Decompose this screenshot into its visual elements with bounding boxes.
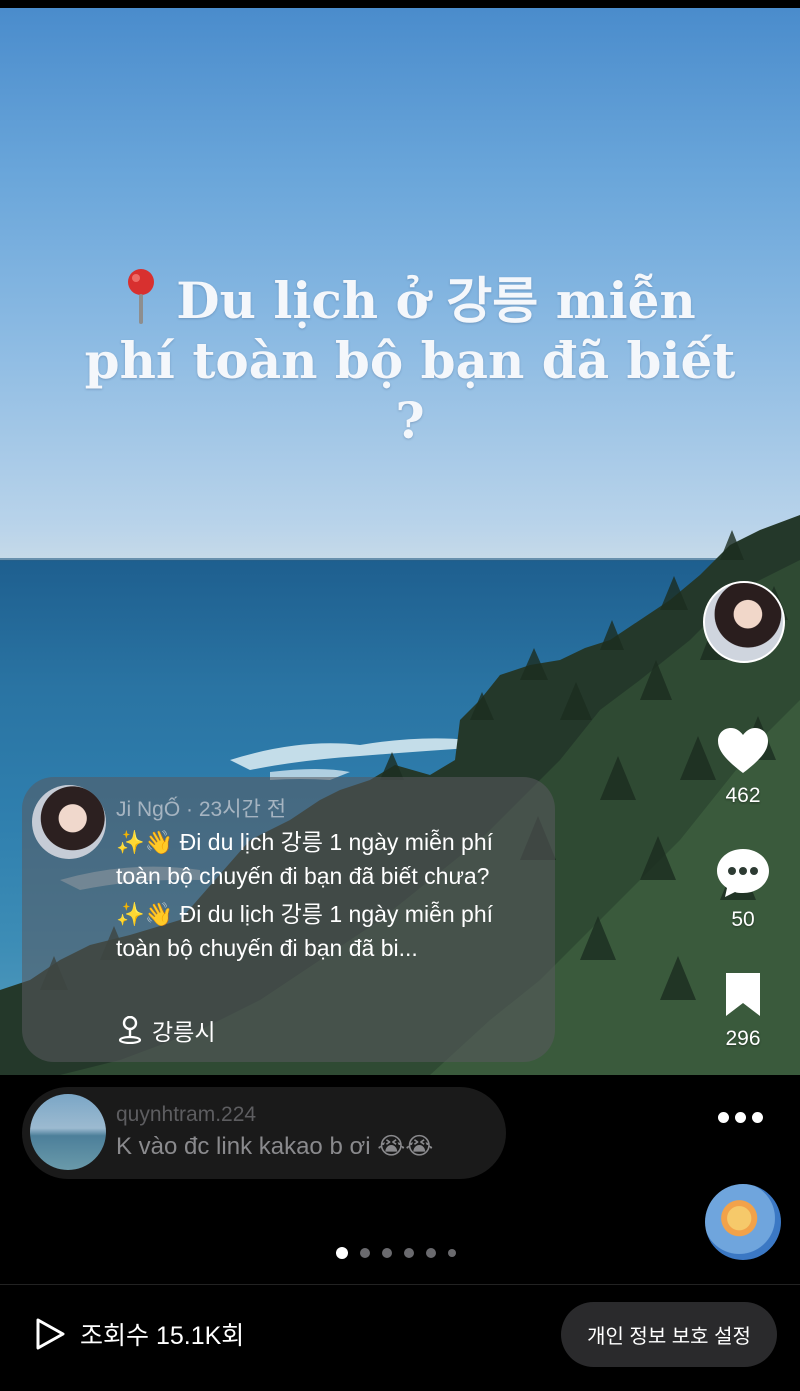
bookmark-icon [726,973,760,1016]
location-pin-icon [118,1016,142,1044]
comment-user-avatar[interactable] [30,1094,106,1170]
comment-icon [717,849,769,897]
overlay-title: Du lịch ở 강릉 miễn phí toàn bộ bạn đã biế… [80,268,740,451]
save-button[interactable]: 296 [712,970,774,1051]
caption-separator: · [186,798,194,821]
caption-location[interactable]: 강릉시 [118,1013,215,1047]
caption-card[interactable]: Ji NgỐ · 23시간 전 ✨👋 Đi du lịch 강릉 1 ngày … [22,777,555,1062]
caption-author-avatar[interactable] [32,785,106,859]
post-media[interactable]: Du lịch ở 강릉 miễn phí toàn bộ bạn đã biế… [0,0,800,1075]
caption-line-2: ✨👋 Đi du lịch 강릉 1 ngày miễn phí toàn bộ… [116,901,494,961]
more-dot [735,1111,746,1123]
comment-count: 50 [731,908,755,931]
caption-line-1: ✨👋 Đi du lịch 강릉 1 ngày miễn phí toàn bộ… [116,829,494,889]
like-button[interactable]: 462 [712,727,774,808]
pager-dot[interactable] [426,1248,436,1258]
like-count: 462 [725,784,761,807]
pager-dot[interactable] [360,1248,370,1258]
author-avatar[interactable] [703,581,785,663]
top-comment-card[interactable]: quynhtram.224 K vào đc link kakao b ơi 😭… [22,1087,506,1179]
views-counter[interactable]: 조회수 15.1K회 [34,1316,244,1352]
heart-icon [718,728,768,773]
caption-author[interactable]: Ji NgỐ [116,798,180,821]
footer-divider [0,1284,800,1285]
pager-dot[interactable] [448,1249,456,1257]
more-dot [718,1111,729,1123]
views-label: 조회수 15.1K회 [80,1322,245,1350]
carousel-pager [336,1247,456,1259]
caption-meta: Ji NgỐ · 23시간 전 [116,793,286,823]
comment-button[interactable]: 50 [712,847,774,932]
save-count: 296 [725,1027,761,1050]
pager-dot[interactable] [382,1248,392,1258]
audio-avatar[interactable] [705,1184,781,1260]
pager-dot-active[interactable] [336,1247,348,1259]
caption-time: 23시간 전 [198,798,287,821]
pager-dot[interactable] [404,1248,414,1258]
location-label: 강릉시 [152,1019,216,1045]
comment-text: K vào đc link kakao b ơi 😭😭 [116,1133,434,1160]
more-dot [752,1111,763,1123]
status-strip [0,0,800,8]
pin-icon [124,268,158,324]
privacy-settings-button[interactable]: 개인 정보 보호 설정 [561,1302,777,1367]
caption-body[interactable]: ✨👋 Đi du lịch 강릉 1 ngày miễn phí toàn bộ… [116,825,536,969]
play-icon [36,1318,65,1350]
comment-username[interactable]: quynhtram.224 [116,1103,256,1127]
overlay-title-text: Du lịch ở 강릉 miễn phí toàn bộ bạn đã biế… [84,271,736,450]
more-icon[interactable] [718,1105,768,1129]
